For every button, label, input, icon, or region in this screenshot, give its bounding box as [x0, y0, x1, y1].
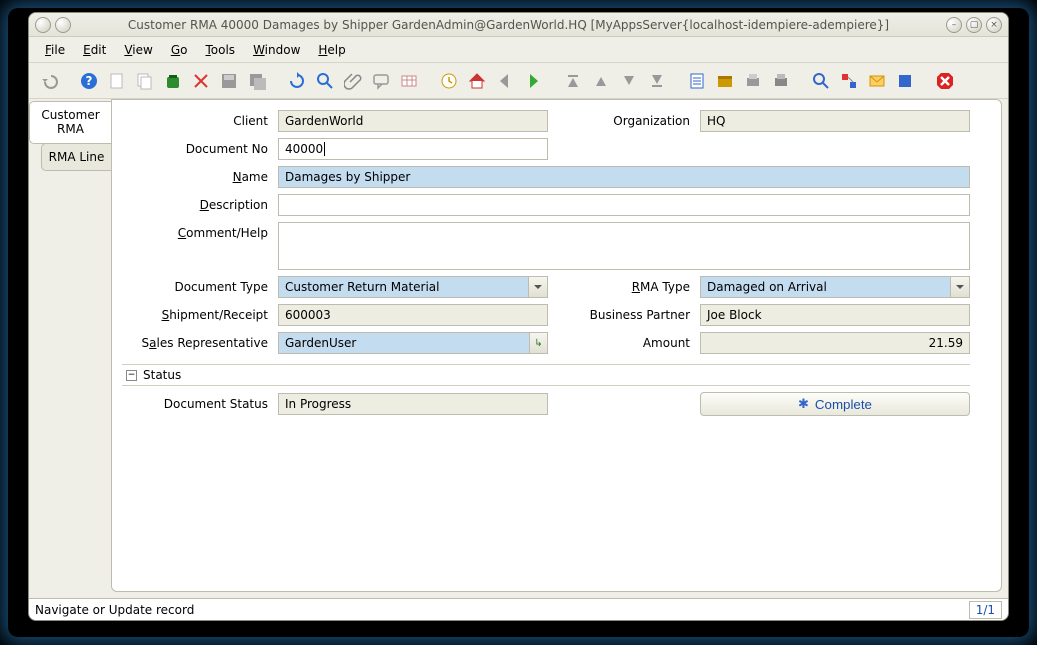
field-document-no[interactable]: 40000 — [278, 138, 548, 160]
svg-text:?: ? — [86, 74, 93, 88]
complete-label: Complete — [815, 397, 872, 412]
workflow-icon[interactable] — [837, 69, 861, 93]
menu-tools[interactable]: Tools — [197, 40, 243, 60]
close-icon[interactable] — [933, 69, 957, 93]
archive-icon[interactable] — [713, 69, 737, 93]
label-client: Client — [122, 114, 272, 128]
app-window: Customer RMA 40000 Damages by Shipper Ga… — [28, 12, 1009, 621]
label-shipment-receipt: Shipment/Receipt — [122, 308, 272, 322]
collapse-icon[interactable]: − — [126, 370, 137, 381]
label-document-type: Document Type — [122, 280, 272, 294]
window-menu-button[interactable] — [35, 17, 51, 33]
field-name[interactable]: Damages by Shipper — [278, 166, 970, 188]
field-organization: HQ — [700, 110, 970, 132]
home-icon[interactable] — [465, 69, 489, 93]
help-icon[interactable]: ? — [77, 69, 101, 93]
complete-button[interactable]: ✱ Complete — [700, 392, 970, 416]
save-create-icon[interactable] — [245, 69, 269, 93]
copy-icon[interactable] — [133, 69, 157, 93]
product-info-icon[interactable] — [893, 69, 917, 93]
label-document-no: Document No — [122, 142, 272, 156]
close-window-button[interactable]: × — [986, 17, 1002, 33]
menu-go[interactable]: Go — [163, 40, 196, 60]
first-record-icon[interactable] — [561, 69, 585, 93]
field-sales-rep[interactable]: GardenUser↳ — [278, 332, 548, 354]
field-document-type[interactable]: Customer Return Material — [278, 276, 548, 298]
window-shade-button[interactable] — [55, 17, 71, 33]
lookup-icon[interactable]: ↳ — [529, 333, 547, 353]
field-description[interactable] — [278, 194, 970, 216]
grid-toggle-icon[interactable] — [397, 69, 421, 93]
field-client: GardenWorld — [278, 110, 548, 132]
section-status[interactable]: − Status — [122, 364, 970, 386]
field-business-partner: Joe Block — [700, 304, 970, 326]
field-shipment-receipt: 600003 — [278, 304, 548, 326]
menubar: File Edit View Go Tools Window Help — [29, 37, 1008, 63]
status-paging: 1/1 — [969, 601, 1002, 619]
menu-edit[interactable]: Edit — [75, 40, 114, 60]
label-rma-type: RMA Type — [554, 280, 694, 294]
titlebar: Customer RMA 40000 Damages by Shipper Ga… — [29, 13, 1008, 37]
menu-help[interactable]: Help — [310, 40, 353, 60]
status-message: Navigate or Update record — [35, 603, 969, 617]
print-icon[interactable] — [769, 69, 793, 93]
tab-customer-rma[interactable]: Customer RMA — [29, 101, 111, 144]
chevron-down-icon — [956, 285, 964, 289]
request-icon[interactable] — [865, 69, 889, 93]
label-business-partner: Business Partner — [554, 308, 694, 322]
delete-selection-icon[interactable] — [189, 69, 213, 93]
menu-view[interactable]: View — [116, 40, 160, 60]
print-preview-icon[interactable] — [741, 69, 765, 93]
report-icon[interactable] — [685, 69, 709, 93]
attachment-icon[interactable] — [341, 69, 365, 93]
find-icon[interactable] — [313, 69, 337, 93]
previous-record-icon[interactable] — [589, 69, 613, 93]
forward-icon[interactable] — [521, 69, 545, 93]
label-description: Description — [122, 198, 272, 212]
statusbar: Navigate or Update record 1/1 — [29, 598, 1008, 620]
field-rma-type[interactable]: Damaged on Arrival — [700, 276, 970, 298]
side-tabs: Customer RMA RMA Line — [29, 99, 111, 598]
field-amount: 21.59 — [700, 332, 970, 354]
form-panel: Client GardenWorld Organization HQ Docum… — [111, 99, 1002, 592]
undo-icon[interactable] — [37, 69, 61, 93]
refresh-icon[interactable] — [285, 69, 309, 93]
label-amount: Amount — [554, 336, 694, 350]
zoom-across-icon[interactable] — [809, 69, 833, 93]
label-name: Name — [122, 170, 272, 184]
content-area: Customer RMA RMA Line Client GardenWorld… — [29, 99, 1008, 598]
section-title: Status — [143, 368, 181, 382]
next-record-icon[interactable] — [617, 69, 641, 93]
menu-file[interactable]: File — [37, 40, 73, 60]
field-comment-help[interactable] — [278, 222, 970, 270]
delete-icon[interactable] — [161, 69, 185, 93]
last-record-icon[interactable] — [645, 69, 669, 93]
save-icon[interactable] — [217, 69, 241, 93]
gear-icon: ✱ — [798, 396, 809, 412]
back-icon[interactable] — [493, 69, 517, 93]
field-document-status: In Progress — [278, 393, 548, 415]
menu-window[interactable]: Window — [245, 40, 308, 60]
chat-icon[interactable] — [369, 69, 393, 93]
tab-rma-line[interactable]: RMA Line — [41, 143, 111, 171]
label-comment-help: Comment/Help — [122, 222, 272, 240]
history-icon[interactable] — [437, 69, 461, 93]
maximize-button[interactable]: ▢ — [966, 17, 982, 33]
label-organization: Organization — [554, 114, 694, 128]
label-sales-rep: Sales Representative — [122, 336, 272, 350]
tab-label: Customer RMA — [41, 108, 99, 136]
minimize-button[interactable]: – — [946, 17, 962, 33]
label-document-status: Document Status — [122, 397, 272, 411]
tab-label: RMA Line — [49, 150, 105, 164]
chevron-down-icon — [534, 285, 542, 289]
toolbar: ? — [29, 63, 1008, 99]
new-icon[interactable] — [105, 69, 129, 93]
window-title: Customer RMA 40000 Damages by Shipper Ga… — [71, 18, 946, 32]
